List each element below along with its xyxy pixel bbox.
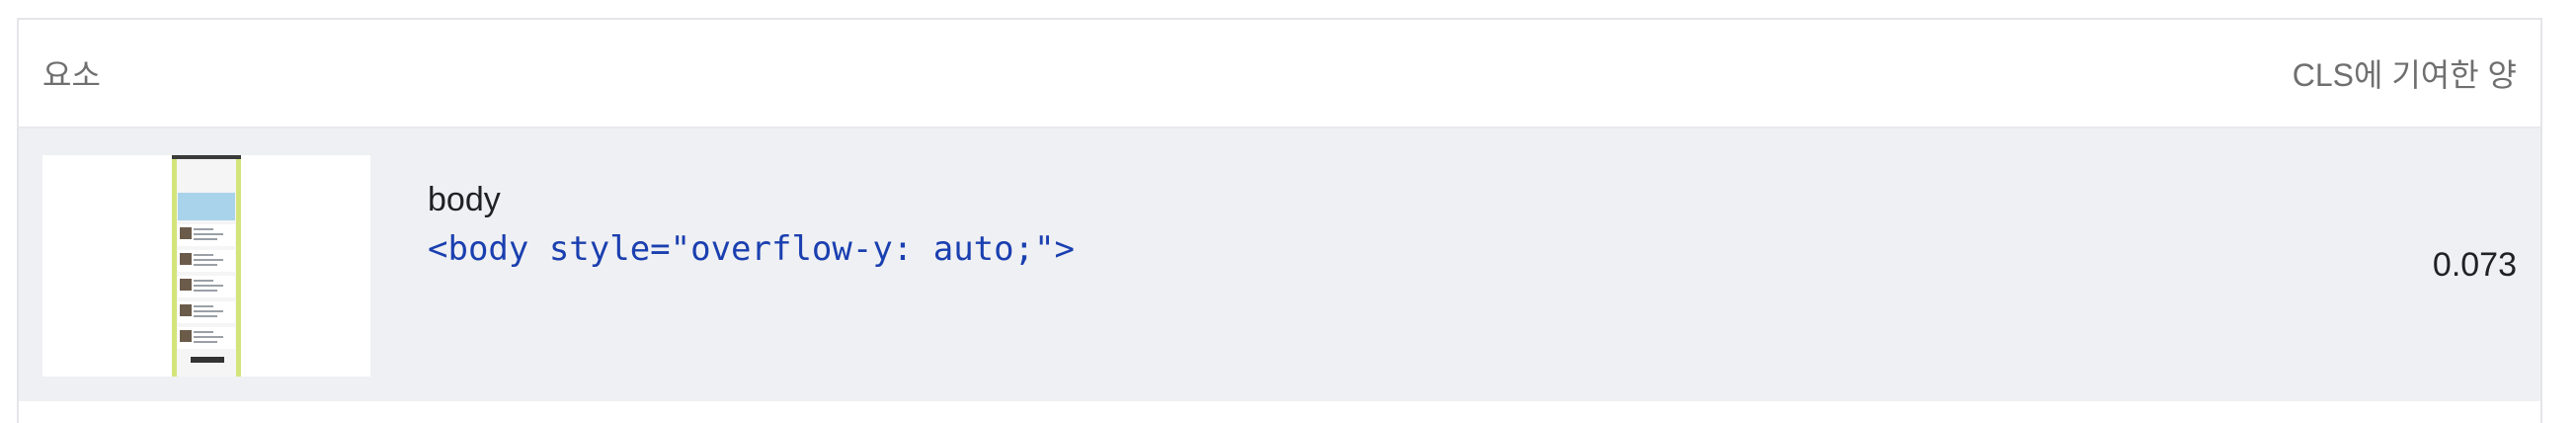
table-row[interactable]: body <body style="overflow-y: auto;"> 0.… (19, 128, 2540, 401)
thumbnail-card (178, 301, 235, 323)
thumbnail-card (178, 224, 235, 246)
thumbnail-card (178, 276, 235, 297)
table-row-spacer (19, 401, 2540, 423)
thumbnail-button (191, 357, 224, 363)
thumbnail-card (178, 327, 235, 349)
table-header: 요소 CLS에 기여한 양 (19, 20, 2540, 128)
cls-elements-table: 요소 CLS에 기여한 양 body <body style="overflow… (17, 18, 2542, 423)
element-name: body (428, 181, 501, 218)
element-snippet[interactable]: <body style="overflow-y: auto;"> (428, 227, 1075, 271)
cls-contribution-value: 0.073 (2432, 246, 2517, 284)
element-screenshot-thumbnail (42, 155, 370, 377)
thumbnail-map (178, 193, 235, 220)
thumbnail-card (178, 250, 235, 272)
column-header-element: 요소 (42, 57, 101, 93)
column-header-cls-contribution: CLS에 기여한 양 (2292, 57, 2517, 93)
